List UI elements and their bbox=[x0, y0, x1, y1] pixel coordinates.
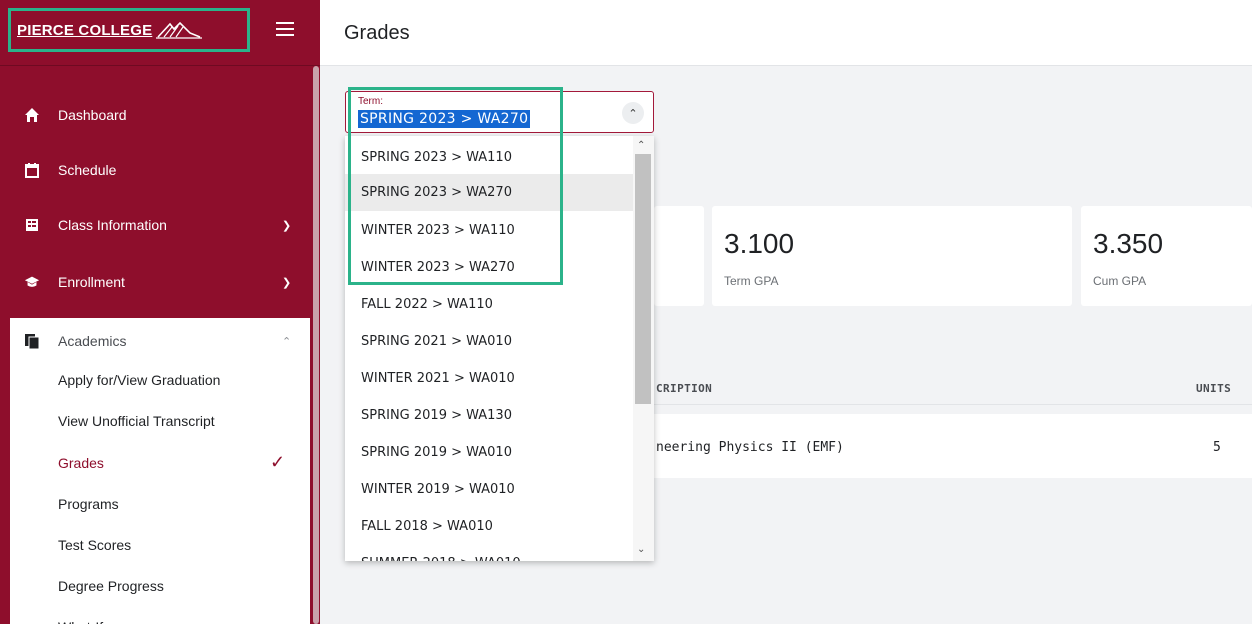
subnav-test-scores[interactable]: Test Scores bbox=[58, 524, 298, 565]
sidebar-item-label: Schedule bbox=[58, 162, 117, 178]
documents-icon bbox=[24, 333, 40, 350]
column-header-description[interactable]: CRIPTION bbox=[656, 382, 712, 395]
mountain-logo-icon bbox=[156, 21, 203, 39]
gpa-card-partial bbox=[654, 206, 704, 306]
term-option[interactable]: FALL 2018 > WA010 bbox=[345, 508, 633, 545]
academics-menu: Academics ⌃ Apply for/View Graduation Vi… bbox=[10, 318, 310, 624]
chevron-up-icon: ⌃ bbox=[282, 335, 292, 348]
sidebar-item-label: Academics bbox=[58, 333, 127, 349]
term-option[interactable]: FALL 2022 > WA110 bbox=[345, 286, 633, 323]
chevron-down-icon: ❯ bbox=[282, 276, 292, 289]
sidebar-item-dashboard[interactable]: Dashboard bbox=[0, 87, 311, 143]
term-option[interactable]: WINTER 2023 > WA270 bbox=[345, 249, 633, 286]
column-header-units[interactable]: UNITS bbox=[1196, 382, 1231, 395]
subnav-apply-graduation[interactable]: Apply for/View Graduation bbox=[58, 359, 298, 400]
term-gpa-value: 3.100 bbox=[724, 228, 795, 259]
term-option[interactable]: SPRING 2021 > WA010 bbox=[345, 323, 633, 360]
graduation-cap-icon bbox=[24, 274, 40, 290]
sidebar-header: PIERCE COLLEGE bbox=[0, 0, 320, 66]
term-option[interactable]: WINTER 2021 > WA010 bbox=[345, 360, 633, 397]
chevron-down-icon: ❯ bbox=[282, 219, 292, 232]
sidebar-scroll-thumb[interactable] bbox=[313, 66, 319, 624]
term-option[interactable]: SUMMER 2018 > WA010 bbox=[345, 545, 633, 561]
cum-gpa-card: 3.350 Cum GPA bbox=[1081, 206, 1252, 306]
cum-gpa-label: Cum GPA bbox=[1093, 274, 1147, 288]
sidebar-item-schedule[interactable]: Schedule bbox=[0, 142, 311, 198]
top-bar: Grades bbox=[320, 0, 1252, 66]
sidebar-item-label: Dashboard bbox=[58, 107, 127, 123]
sidebar-item-label: Enrollment bbox=[58, 274, 125, 290]
dropdown-scroll-thumb[interactable] bbox=[635, 154, 651, 404]
sidebar-item-enrollment[interactable]: Enrollment ❯ bbox=[0, 254, 311, 310]
term-dropdown-list: SPRING 2023 > WA110 SPRING 2023 > WA270 … bbox=[345, 136, 654, 561]
class-info-icon bbox=[24, 217, 40, 233]
subnav-programs[interactable]: Programs bbox=[58, 483, 298, 524]
term-select[interactable]: Term: SPRING 2023 > WA270 ⌃ bbox=[345, 91, 654, 133]
scroll-down-icon[interactable]: ⌄ bbox=[637, 544, 645, 555]
term-option[interactable]: SPRING 2023 > WA110 bbox=[345, 139, 633, 176]
term-select-value[interactable]: SPRING 2023 > WA270 bbox=[358, 110, 531, 128]
sidebar-item-label: Class Information bbox=[58, 217, 167, 233]
term-select-label: Term: bbox=[358, 96, 383, 107]
subnav-grades[interactable]: Grades bbox=[58, 442, 298, 483]
checkmark-icon: ✓ bbox=[270, 452, 286, 472]
term-option[interactable]: SPRING 2019 > WA130 bbox=[345, 397, 633, 434]
sidebar: PIERCE COLLEGE Dashboard Schedule Class … bbox=[0, 0, 320, 624]
sidebar-item-class-information[interactable]: Class Information ❯ bbox=[0, 197, 311, 253]
subnav-what-if[interactable]: What-If bbox=[58, 606, 298, 624]
term-option[interactable]: WINTER 2019 > WA010 bbox=[345, 471, 633, 508]
sidebar-item-academics[interactable]: Academics ⌃ bbox=[10, 318, 310, 364]
scroll-up-icon[interactable]: ⌃ bbox=[637, 140, 645, 151]
course-description: neering Physics II (EMF) bbox=[656, 440, 844, 455]
term-option[interactable]: WINTER 2023 > WA110 bbox=[345, 212, 633, 249]
term-option[interactable]: SPRING 2019 > WA010 bbox=[345, 434, 633, 471]
logo-text: PIERCE COLLEGE bbox=[17, 21, 153, 39]
subnav-degree-progress[interactable]: Degree Progress bbox=[58, 565, 298, 606]
term-option-selected[interactable]: SPRING 2023 > WA270 bbox=[345, 174, 633, 211]
home-icon bbox=[24, 107, 40, 123]
college-logo[interactable]: PIERCE COLLEGE bbox=[8, 8, 250, 52]
page-title: Grades bbox=[344, 22, 410, 44]
cum-gpa-value: 3.350 bbox=[1093, 228, 1164, 259]
course-units: 5 bbox=[1213, 440, 1221, 455]
term-gpa-card: 3.100 Term GPA bbox=[712, 206, 1072, 306]
subnav-unofficial-transcript[interactable]: View Unofficial Transcript bbox=[58, 400, 298, 441]
term-gpa-label: Term GPA bbox=[724, 274, 779, 288]
calendar-icon bbox=[24, 162, 40, 178]
menu-toggle-icon[interactable] bbox=[276, 22, 294, 36]
chevron-up-icon[interactable]: ⌃ bbox=[622, 102, 644, 124]
